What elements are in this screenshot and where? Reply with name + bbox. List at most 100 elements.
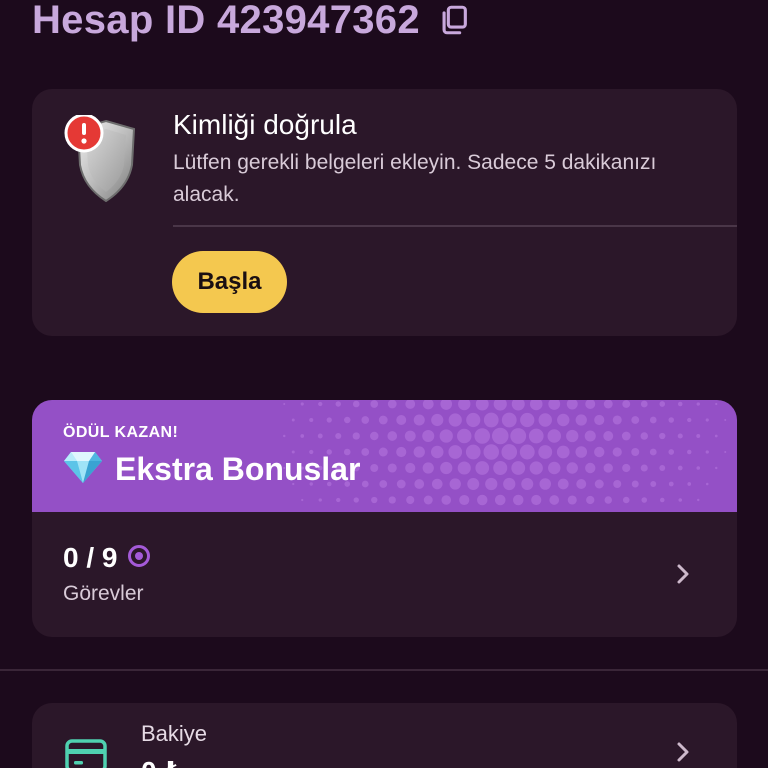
pattern-dot <box>483 444 500 460</box>
pattern-dot <box>566 429 579 443</box>
pattern-dot <box>501 412 517 428</box>
pattern-dot <box>422 429 435 443</box>
pattern-dot <box>548 461 561 475</box>
diamond-icon <box>63 450 103 489</box>
pattern-dot <box>640 400 648 408</box>
divider <box>173 225 737 227</box>
pattern-dot <box>640 464 648 472</box>
account-id-title: Hesap ID 423947362 <box>32 0 420 42</box>
pattern-dot <box>668 449 675 455</box>
pattern-dot <box>396 479 406 489</box>
bonus-banner: ÖDÜL KAZAN! Ekstra Bonuslar <box>32 400 737 512</box>
pattern-dot <box>457 428 472 444</box>
pattern-dot <box>567 495 577 505</box>
pattern-dot <box>604 496 612 504</box>
pattern-dot <box>283 434 286 438</box>
pattern-dot <box>557 478 569 490</box>
pattern-dot <box>404 430 416 442</box>
pattern-dot <box>361 480 369 488</box>
pattern-dot <box>388 496 396 504</box>
pattern-dot <box>622 463 631 473</box>
pattern-dot <box>301 498 304 502</box>
target-icon <box>127 544 151 573</box>
pattern-dot <box>309 417 314 423</box>
pattern-dot <box>493 460 508 476</box>
tasks-count: 0 / 9 <box>63 542 118 573</box>
balance-label: Bakiye <box>141 721 208 746</box>
pattern-dot <box>678 498 682 502</box>
pattern-dot <box>687 482 692 486</box>
chevron-right-icon <box>672 741 694 763</box>
pattern-dot <box>494 494 506 506</box>
pattern-dot <box>714 434 718 438</box>
pattern-dot <box>431 413 444 427</box>
pattern-dot <box>705 482 709 486</box>
pattern-dot <box>396 415 407 425</box>
balance-card[interactable]: Bakiye 0 ₺ <box>32 703 737 768</box>
pattern-dot <box>603 463 613 473</box>
pattern-dot <box>387 463 397 473</box>
verify-identity-title: Kimliği doğrula <box>173 109 357 140</box>
pattern-dot <box>300 434 305 438</box>
pattern-dot <box>659 401 666 407</box>
pattern-dot <box>677 401 683 407</box>
pattern-dot <box>477 494 488 506</box>
pattern-dot <box>677 433 683 439</box>
pattern-dot <box>501 444 518 460</box>
pattern-dot <box>668 481 674 487</box>
pattern-dot <box>650 481 657 487</box>
pattern-dot <box>511 400 525 411</box>
pattern-dot <box>336 497 341 503</box>
tasks-count-row: 0 / 9 <box>63 542 151 574</box>
pattern-dot <box>538 413 552 427</box>
pattern-dot <box>353 497 359 503</box>
pattern-dot <box>283 403 286 405</box>
pattern-dot <box>612 415 622 425</box>
pattern-dot <box>677 465 683 471</box>
pattern-dot <box>640 432 648 440</box>
pattern-dot <box>439 429 453 443</box>
pattern-dot <box>370 464 379 472</box>
pattern-dot <box>575 446 588 458</box>
pattern-dot <box>594 414 605 426</box>
pattern-dot <box>440 461 453 475</box>
pattern-dot <box>603 431 614 441</box>
pattern-dot <box>641 497 648 503</box>
pattern-dot <box>687 449 692 455</box>
pattern-dot <box>291 418 295 422</box>
pattern-dot <box>696 402 700 406</box>
pattern-dot <box>584 430 596 442</box>
pattern-dot <box>557 413 570 427</box>
pattern-dot <box>396 446 407 458</box>
pattern-dot <box>483 412 499 428</box>
pattern-dot <box>549 495 560 505</box>
pattern-dot <box>458 400 471 411</box>
pattern-dot <box>603 400 613 409</box>
pattern-dot <box>300 402 304 406</box>
start-button[interactable]: Başla <box>172 251 287 313</box>
pattern-dot <box>475 400 489 411</box>
pattern-dot <box>539 478 551 490</box>
tasks-row[interactable]: 0 / 9 Görevler <box>32 512 737 637</box>
section-divider <box>0 669 768 671</box>
pattern-dot <box>519 444 535 460</box>
pattern-dot <box>318 401 323 407</box>
pattern-dot <box>586 495 595 505</box>
tasks-label: Görevler <box>63 582 144 605</box>
pattern-dot <box>405 462 416 474</box>
copy-icon[interactable] <box>434 0 474 40</box>
pattern-dot <box>503 477 516 491</box>
pattern-dot <box>705 418 709 422</box>
pattern-dot <box>318 498 322 502</box>
pattern-dot <box>724 450 727 454</box>
pattern-dot <box>531 494 542 506</box>
pattern-dot <box>585 462 596 474</box>
pattern-dot <box>326 417 332 423</box>
pattern-dot <box>475 461 490 475</box>
pattern-dot <box>594 479 604 489</box>
pattern-dot <box>510 428 527 444</box>
pattern-dot <box>352 400 360 408</box>
pattern-dot <box>556 445 570 459</box>
pattern-dot <box>361 448 370 456</box>
extra-bonuses-card: ÖDÜL KAZAN! Ekstra Bonuslar 0 / 9 Görevl… <box>32 400 737 637</box>
